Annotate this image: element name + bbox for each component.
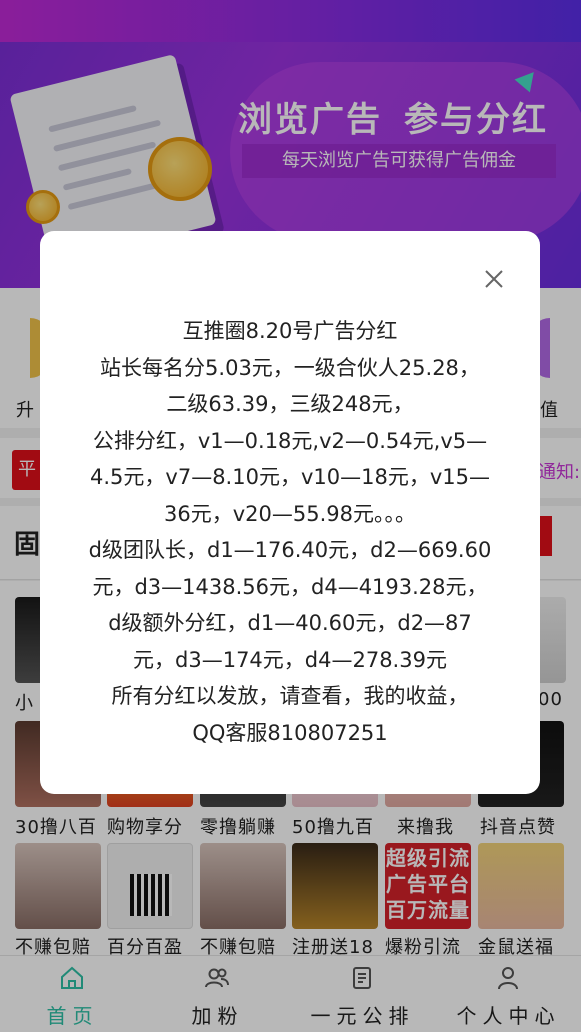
announcement-line: 所有分红以发放，请查看，我的收益， [111, 684, 469, 708]
announcement-line: d级团队长，d1—176.40元，d2—669.60 [88, 538, 492, 562]
announcement-line: d级额外分红，d1—40.60元，d2—87 [108, 611, 472, 635]
close-icon[interactable] [480, 265, 508, 293]
announcement-line: 站长每名分5.03元，一级合伙人25.28， [100, 355, 480, 380]
announcement-dialog: 互推圈8.20号广告分红 站长每名分5.03元，一级合伙人25.28， 二级63… [40, 231, 540, 794]
announcement-line: 二级63.39，三级248元， [166, 392, 414, 416]
announcement-line: 4.5元，v7—8.10元，v10—18元，v15— [90, 465, 490, 489]
announcement-line: 元，d3—1438.56元，d4—4193.28元， [92, 574, 488, 599]
announcement-line: 互推圈8.20号广告分红 [182, 319, 398, 343]
announcement-line: 元，d3—174元，d4—278.39元 [133, 647, 447, 672]
announcement-line: 36元，v20—55.98元。。。 [164, 501, 416, 526]
announcement-line: 公排分红，v1—0.18元,v2—0.54元,v5— [92, 428, 488, 453]
announcement-body: 互推圈8.20号广告分红 站长每名分5.03元，一级合伙人25.28， 二级63… [40, 313, 540, 751]
announcement-line: QQ客服810807251 [192, 720, 388, 745]
